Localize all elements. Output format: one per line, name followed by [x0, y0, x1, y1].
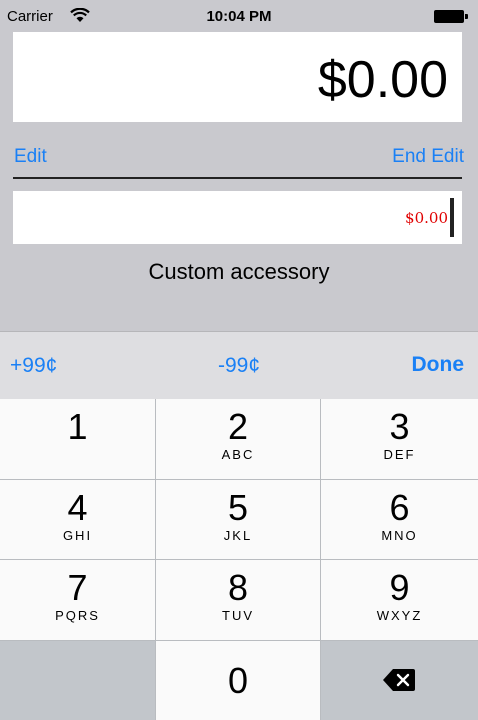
key-3[interactable]: 3 DEF	[321, 399, 478, 479]
key-0[interactable]: 0	[156, 641, 320, 720]
key-blank	[0, 641, 155, 720]
key-letters: DEF	[383, 447, 416, 462]
status-bar: Carrier 10:04 PM	[0, 0, 478, 32]
amount-display: $0.00	[13, 32, 462, 122]
key-letters: ABC	[221, 447, 255, 462]
key-digit: 3	[389, 406, 410, 447]
key-letters: MNO	[381, 528, 418, 543]
backspace-icon	[383, 669, 415, 696]
key-digit: 6	[389, 487, 410, 528]
key-9[interactable]: 9 WXYZ	[321, 560, 478, 640]
key-digit: 5	[227, 487, 249, 528]
key-1[interactable]: 1	[0, 399, 155, 479]
number-keypad: 1 2 ABC 3 DEF 4 GHI 5 JKL 6 MNO 7 PQRS 8…	[0, 399, 478, 720]
amount-display-value: $0.00	[317, 51, 448, 109]
key-digit: 7	[67, 567, 88, 608]
minus-99-cents-button[interactable]: -99¢	[0, 354, 478, 378]
divider	[13, 177, 462, 179]
key-8[interactable]: 8 TUV	[156, 560, 320, 640]
key-letters: WXYZ	[376, 608, 423, 623]
backspace-key[interactable]	[321, 641, 478, 720]
status-time: 10:04 PM	[206, 8, 272, 25]
custom-accessory-label: Custom accessory	[148, 259, 330, 284]
battery-icon	[434, 10, 468, 23]
key-digit: 0	[227, 660, 249, 701]
key-6[interactable]: 6 MNO	[321, 480, 478, 559]
amount-text-field[interactable]: $0.00	[13, 191, 462, 244]
key-2[interactable]: 2 ABC	[156, 399, 320, 479]
amount-field-value: $0.00	[405, 209, 448, 227]
key-digit: 2	[227, 406, 249, 447]
key-letters: TUV	[222, 608, 254, 623]
key-letters: GHI	[62, 528, 93, 543]
key-digit: 1	[67, 406, 88, 447]
edit-button[interactable]: Edit	[14, 146, 47, 168]
key-letters: JKL	[223, 528, 253, 543]
key-5[interactable]: 5 JKL	[156, 480, 320, 559]
key-digit: 8	[227, 567, 249, 608]
key-digit: 4	[67, 487, 88, 528]
text-cursor	[450, 198, 454, 237]
key-7[interactable]: 7 PQRS	[0, 560, 155, 640]
done-button[interactable]: Done	[412, 353, 465, 377]
key-4[interactable]: 4 GHI	[0, 480, 155, 559]
key-letters: PQRS	[55, 608, 100, 623]
key-digit: 9	[389, 567, 410, 608]
keyboard-accessory-bar: +99¢ -99¢ Done	[0, 331, 478, 400]
end-edit-button[interactable]: End Edit	[392, 146, 464, 168]
